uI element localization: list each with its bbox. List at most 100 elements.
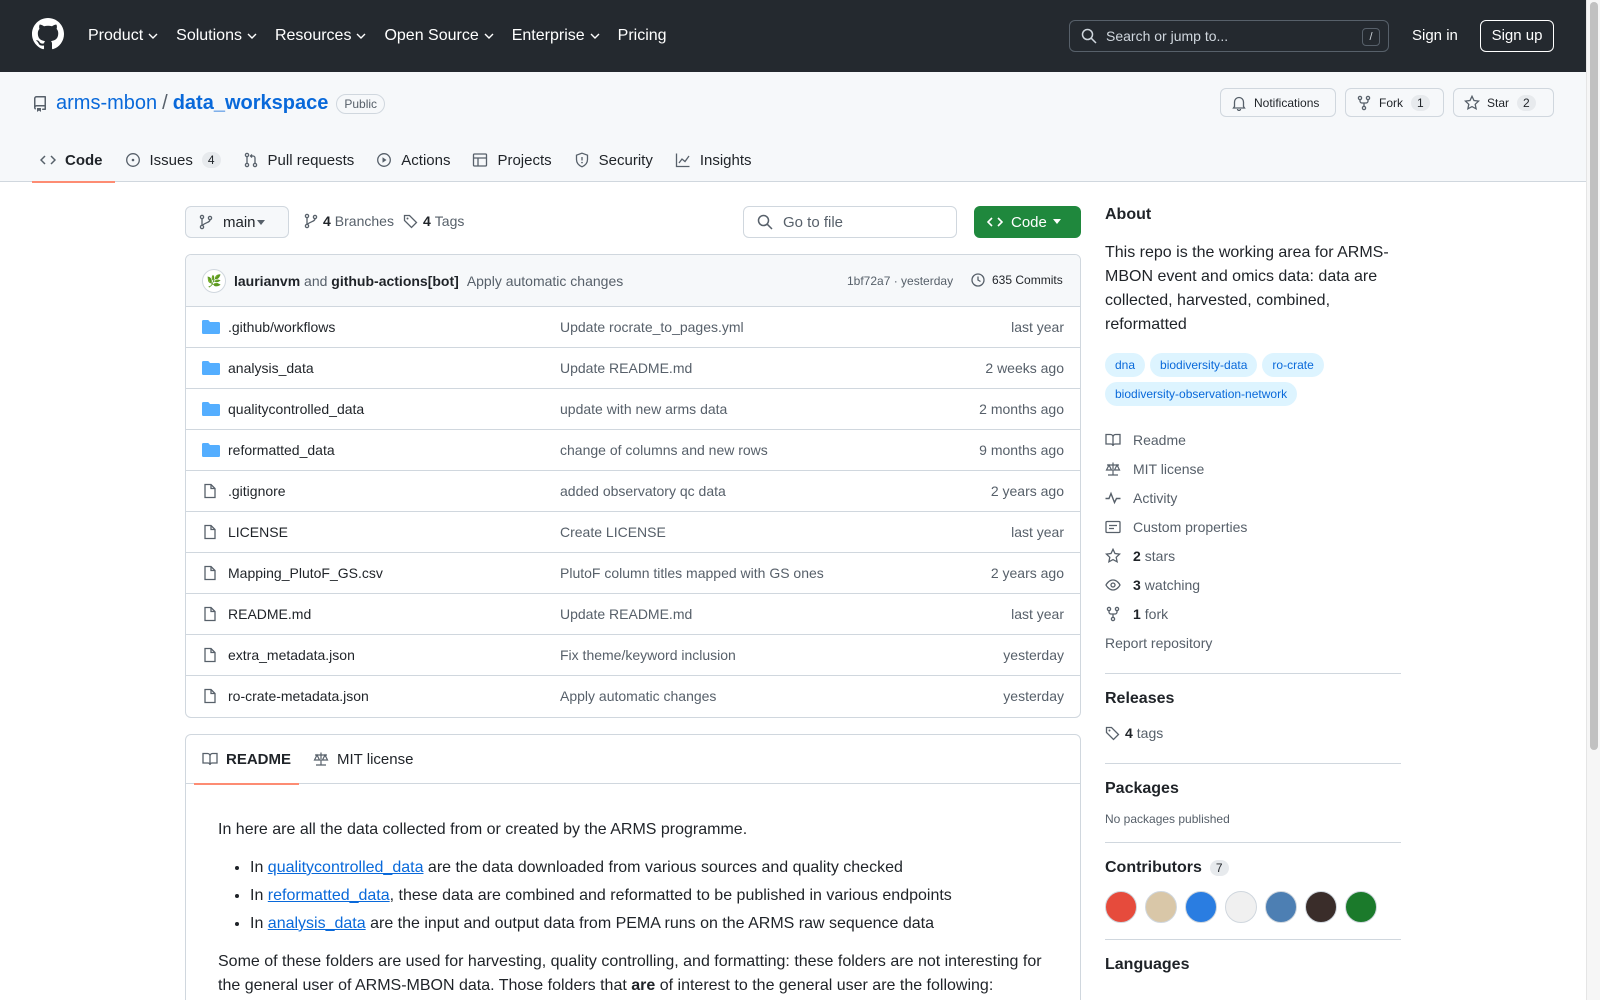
go-to-file-input[interactable]: Go to file [743, 206, 957, 238]
nav-resources[interactable]: Resources [275, 27, 366, 45]
file-row[interactable]: .gitignore added observatory qc data 2 yea… [186, 471, 1080, 512]
about-activity-link[interactable]: Activity [1105, 483, 1401, 512]
contributor-avatar[interactable] [1345, 891, 1377, 923]
file-name-link[interactable]: extra_metadata.json [228, 647, 355, 663]
file-commit-message[interactable]: added observatory qc data [560, 483, 726, 499]
commits-link[interactable]: 635 Commits [970, 272, 1063, 288]
contributor-avatar[interactable] [1305, 891, 1337, 923]
file-name-link[interactable]: qualitycontrolled_data [228, 401, 364, 417]
tab-license[interactable]: MIT license [305, 735, 421, 784]
file-commit-message[interactable]: Update README.md [560, 360, 692, 376]
scrollbar-thumb[interactable] [1590, 2, 1598, 750]
file-row[interactable]: ro-crate-metadata.json Apply automatic ch… [186, 676, 1080, 717]
file-name-link[interactable]: LICENSE [228, 524, 288, 540]
file-commit-message[interactable]: Update README.md [560, 606, 692, 622]
nav-product[interactable]: Product [88, 27, 158, 45]
author-avatar[interactable]: 🌿 [202, 268, 226, 293]
tab-readme[interactable]: README [194, 735, 300, 785]
file-commit-message[interactable]: Create LICENSE [560, 524, 666, 540]
code-dropdown-button[interactable]: Code [974, 206, 1081, 238]
nav-open-source[interactable]: Open Source [384, 27, 494, 45]
file-name-link[interactable]: analysis_data [228, 360, 314, 376]
file-name-link[interactable]: reformatted_data [228, 442, 335, 458]
repo-tabs: Code Issues 4 Pull requests Actions Projects S… [32, 138, 766, 183]
about-fork-link[interactable]: 1 fork [1105, 599, 1401, 628]
global-header: Product Solutions Resources Open Source Ente… [0, 0, 1586, 72]
fork-button[interactable]: Fork 1 [1345, 88, 1444, 117]
tab-projects[interactable]: Projects [464, 138, 563, 182]
about-watching-link[interactable]: 3 watching [1105, 570, 1401, 599]
star-button[interactable]: Star 2 [1453, 88, 1554, 117]
file-commit-time: yesterday [1003, 647, 1064, 663]
file-row[interactable]: qualitycontrolled_data update with new ar… [186, 389, 1080, 430]
author-link[interactable]: laurianvm [234, 273, 300, 289]
readme-folder-link[interactable]: qualitycontrolled_data [268, 859, 424, 876]
tab-pull-requests[interactable]: Pull requests [235, 138, 367, 182]
repo-name-link[interactable]: data_workspace [173, 92, 329, 115]
contributors-heading[interactable]: Contributors 7 [1105, 859, 1401, 877]
readme-folder-link[interactable]: analysis_data [268, 915, 366, 932]
nav-pricing[interactable]: Pricing [618, 27, 667, 45]
file-row[interactable]: extra_metadata.json Fix theme/keyword inc… [186, 635, 1080, 676]
tab-actions[interactable]: Actions [368, 138, 462, 182]
file-name-link[interactable]: README.md [228, 606, 311, 622]
topic-tag[interactable]: ro-crate [1262, 353, 1324, 377]
nav-solutions[interactable]: Solutions [176, 27, 257, 45]
about-readme-link[interactable]: Readme [1105, 425, 1401, 454]
branches-link[interactable]: 4 Branches [303, 213, 394, 229]
file-name-link[interactable]: Mapping_PlutoF_GS.csv [228, 565, 383, 581]
file-row[interactable]: README.md Update README.md last year [186, 594, 1080, 635]
contributor-avatar[interactable] [1145, 891, 1177, 923]
commit-message[interactable]: Apply automatic changes [467, 273, 623, 289]
contributor-avatar[interactable] [1185, 891, 1217, 923]
tab-security[interactable]: Security [566, 138, 665, 182]
file-commit-message[interactable]: Apply automatic changes [560, 688, 716, 704]
file-commit-message[interactable]: Update rocrate_to_pages.yml [560, 319, 744, 335]
bot-author-link[interactable]: github-actions[bot] [331, 273, 459, 289]
latest-commit-bar: 🌿 laurianvm and github-actions[bot] Appl… [186, 255, 1080, 307]
divider [1105, 673, 1401, 674]
branch-selector[interactable]: main [185, 206, 289, 238]
file-row[interactable]: analysis_data Update README.md 2 weeks ago [186, 348, 1080, 389]
file-commit-message[interactable]: Fix theme/keyword inclusion [560, 647, 736, 663]
file-row[interactable]: LICENSE Create LICENSE last year [186, 512, 1080, 553]
eye-icon [1105, 578, 1121, 591]
file-row[interactable]: .github/workflows Update rocrate_to_pages… [186, 307, 1080, 348]
file-row[interactable]: reformatted_data change of columns and ne… [186, 430, 1080, 471]
nav-enterprise[interactable]: Enterprise [512, 27, 600, 45]
contributor-avatar[interactable] [1265, 891, 1297, 923]
report-repository-link[interactable]: Report repository [1105, 628, 1401, 657]
page-scrollbar[interactable] [1586, 0, 1600, 1000]
file-row[interactable]: Mapping_PlutoF_GS.csv PlutoF column title… [186, 553, 1080, 594]
search-bar[interactable]: Search or jump to... / [1069, 20, 1389, 52]
about-stars-link[interactable]: 2 stars [1105, 541, 1401, 570]
packages-heading[interactable]: Packages [1105, 780, 1401, 798]
readme-folder-link[interactable]: reformatted_data [268, 887, 390, 904]
topic-tag[interactable]: biodiversity-data [1150, 353, 1258, 377]
github-logo-icon[interactable] [32, 18, 64, 50]
file-commit-message[interactable]: PlutoF column titles mapped with GS ones [560, 565, 824, 581]
about-custom-properties-link[interactable]: Custom properties [1105, 512, 1401, 541]
tab-code[interactable]: Code [32, 138, 115, 183]
tags-link[interactable]: 4 Tags [403, 213, 464, 229]
file-name-link[interactable]: .gitignore [228, 483, 286, 499]
notifications-button[interactable]: Notifications [1220, 88, 1336, 117]
topic-tag[interactable]: biodiversity-observation-network [1105, 382, 1298, 406]
contributor-avatar[interactable] [1105, 891, 1137, 923]
file-commit-message[interactable]: update with new arms data [560, 401, 727, 417]
sign-up-button[interactable]: Sign up [1480, 20, 1554, 52]
contributor-avatar[interactable] [1225, 891, 1257, 923]
file-commit-message[interactable]: change of columns and new rows [560, 442, 768, 458]
tab-issues[interactable]: Issues 4 [117, 138, 233, 182]
readme-bullet: In reformatted_data, these data are comb… [250, 884, 1048, 908]
file-name-link[interactable]: ro-crate-metadata.json [228, 688, 369, 704]
commit-sha[interactable]: 1bf72a7 · yesterday [847, 274, 953, 288]
file-name-link[interactable]: .github/workflows [228, 319, 335, 335]
tab-insights[interactable]: Insights [667, 138, 764, 182]
topic-tag[interactable]: dna [1105, 353, 1146, 377]
sign-in-link[interactable]: Sign in [1412, 27, 1458, 44]
releases-heading[interactable]: Releases [1105, 690, 1401, 708]
about-mit-license-link[interactable]: MIT license [1105, 454, 1401, 483]
repo-owner-link[interactable]: arms-mbon [56, 92, 157, 115]
releases-tags-link[interactable]: 4 tags [1105, 718, 1401, 747]
